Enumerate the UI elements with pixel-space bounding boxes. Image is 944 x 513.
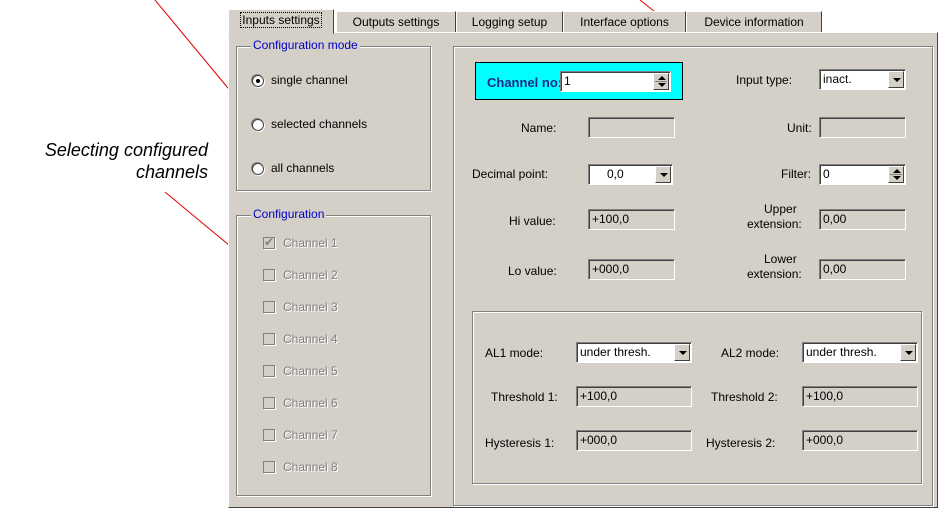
input-type-value: inact.	[823, 72, 852, 86]
decimal-point-value: 0,0	[607, 167, 624, 181]
name-field[interactable]	[588, 117, 675, 138]
channel-no-spinner[interactable]: 1	[560, 71, 671, 92]
inputs-settings-panel: Configuration mode single channel select…	[228, 32, 938, 508]
channel-2-checkbox[interactable]	[263, 269, 275, 281]
tab-label: Device information	[704, 15, 804, 29]
lo-value-field[interactable]: +000,0	[588, 259, 675, 280]
decimal-point-label: Decimal point:	[472, 167, 549, 181]
lower-extension-field[interactable]: 0,00	[819, 259, 906, 280]
al2-mode-label: AL2 mode:	[721, 346, 780, 360]
al2-mode-value: under thresh.	[806, 345, 877, 359]
lower-ext-label-1: Lower	[764, 252, 797, 266]
input-type-select[interactable]: inact.	[819, 69, 906, 90]
channel-8-label[interactable]: Channel 8	[283, 460, 338, 474]
channel-no-label: Channel no:	[487, 75, 563, 90]
configuration-group	[236, 215, 431, 496]
chevron-down-icon[interactable]	[888, 71, 904, 88]
hi-value-value: +100,0	[592, 212, 630, 226]
radio-all-channels[interactable]	[252, 163, 264, 175]
channel-6-checkbox[interactable]	[263, 397, 275, 409]
callout-line2: channels	[135, 162, 208, 182]
tab-interface-options[interactable]: Interface options	[563, 11, 686, 33]
config-mode-legend: Configuration mode	[251, 38, 360, 52]
upper-ext-label-2: extension:	[747, 217, 802, 231]
channel-1-checkbox[interactable]: ✔	[263, 235, 275, 249]
upper-ext-label-1: Upper	[764, 202, 797, 216]
lower-ext-value: 0,00	[823, 262, 847, 276]
threshold1-label: Threshold 1:	[491, 390, 558, 404]
channel-6-label[interactable]: Channel 6	[283, 396, 338, 410]
channel-3-checkbox[interactable]	[263, 301, 275, 313]
threshold1-field[interactable]: +100,0	[576, 386, 692, 407]
threshold2-label: Threshold 2:	[711, 390, 778, 404]
name-label: Name:	[521, 121, 557, 135]
tab-label: Logging setup	[471, 15, 548, 29]
radio-all-channels-label[interactable]: all channels	[271, 161, 334, 175]
hysteresis2-label: Hysteresis 2:	[706, 436, 776, 450]
configuration-legend: Configuration	[251, 207, 327, 221]
unit-label: Unit:	[787, 121, 812, 135]
chevron-down-icon[interactable]	[674, 344, 690, 361]
channel-3-label[interactable]: Channel 3	[283, 300, 338, 314]
hysteresis2-value: +000,0	[806, 433, 844, 447]
channel-8-checkbox[interactable]	[263, 461, 275, 473]
threshold2-value: +100,0	[806, 389, 844, 403]
channel-5-checkbox[interactable]	[263, 365, 275, 377]
channel-4-label[interactable]: Channel 4	[283, 332, 338, 346]
callout-line1: Selecting configured	[44, 140, 208, 160]
channel-no-box: Channel no: 1	[475, 62, 683, 100]
unit-field[interactable]	[819, 117, 906, 138]
al2-mode-select[interactable]: under thresh.	[802, 342, 918, 363]
spin-buttons-icon[interactable]	[653, 73, 669, 90]
tab-device-information[interactable]: Device information	[686, 11, 822, 33]
hysteresis1-field[interactable]: +000,0	[576, 430, 692, 451]
chevron-down-icon[interactable]	[900, 344, 916, 361]
filter-spinner[interactable]: 0	[819, 164, 906, 185]
tab-logging-setup[interactable]: Logging setup	[456, 11, 563, 33]
hi-value-label: Hi value:	[509, 214, 556, 228]
radio-selected-channels[interactable]	[252, 119, 264, 131]
radio-selected-channels-label[interactable]: selected channels	[271, 117, 367, 131]
chevron-down-icon[interactable]	[655, 166, 671, 183]
input-type-label: Input type:	[736, 73, 793, 87]
al1-mode-select[interactable]: under thresh.	[576, 342, 692, 363]
tab-outputs-settings[interactable]: Outputs settings	[336, 11, 456, 33]
tab-label: Outputs settings	[352, 15, 440, 29]
radio-single-channel[interactable]	[252, 75, 264, 87]
upper-ext-value: 0,00	[823, 212, 847, 226]
lo-value-value: +000,0	[592, 262, 630, 276]
hysteresis2-field[interactable]: +000,0	[802, 430, 918, 451]
threshold2-field[interactable]: +100,0	[802, 386, 918, 407]
lo-value-label: Lo value:	[508, 264, 557, 278]
tab-inputs-settings[interactable]: Inputs settings	[228, 9, 334, 34]
al1-mode-value: under thresh.	[580, 345, 651, 359]
channel-no-value: 1	[564, 74, 571, 88]
hysteresis1-label: Hysteresis 1:	[485, 436, 555, 450]
channel-4-checkbox[interactable]	[263, 333, 275, 345]
filter-value: 0	[823, 167, 830, 181]
hysteresis1-value: +000,0	[580, 433, 618, 447]
hi-value-field[interactable]: +100,0	[588, 209, 675, 230]
callout-text: Selecting configured channels	[45, 139, 208, 183]
channel-5-label[interactable]: Channel 5	[283, 364, 338, 378]
tab-label: Interface options	[580, 15, 669, 29]
tab-label: Inputs settings	[240, 12, 322, 28]
channel-7-label[interactable]: Channel 7	[283, 428, 338, 442]
decimal-point-select[interactable]: 0,0	[588, 164, 673, 185]
radio-single-channel-label[interactable]: single channel	[271, 73, 348, 87]
channel-2-label[interactable]: Channel 2	[283, 268, 338, 282]
upper-extension-field[interactable]: 0,00	[819, 209, 906, 230]
threshold1-value: +100,0	[580, 389, 618, 403]
checkmark-icon: ✔	[264, 235, 275, 249]
channel-7-checkbox[interactable]	[263, 429, 275, 441]
spin-buttons-icon[interactable]	[888, 166, 904, 183]
al1-mode-label: AL1 mode:	[485, 346, 544, 360]
filter-label: Filter:	[781, 167, 811, 181]
lower-ext-label-2: extension:	[747, 267, 802, 281]
channel-1-label[interactable]: Channel 1	[283, 236, 338, 250]
